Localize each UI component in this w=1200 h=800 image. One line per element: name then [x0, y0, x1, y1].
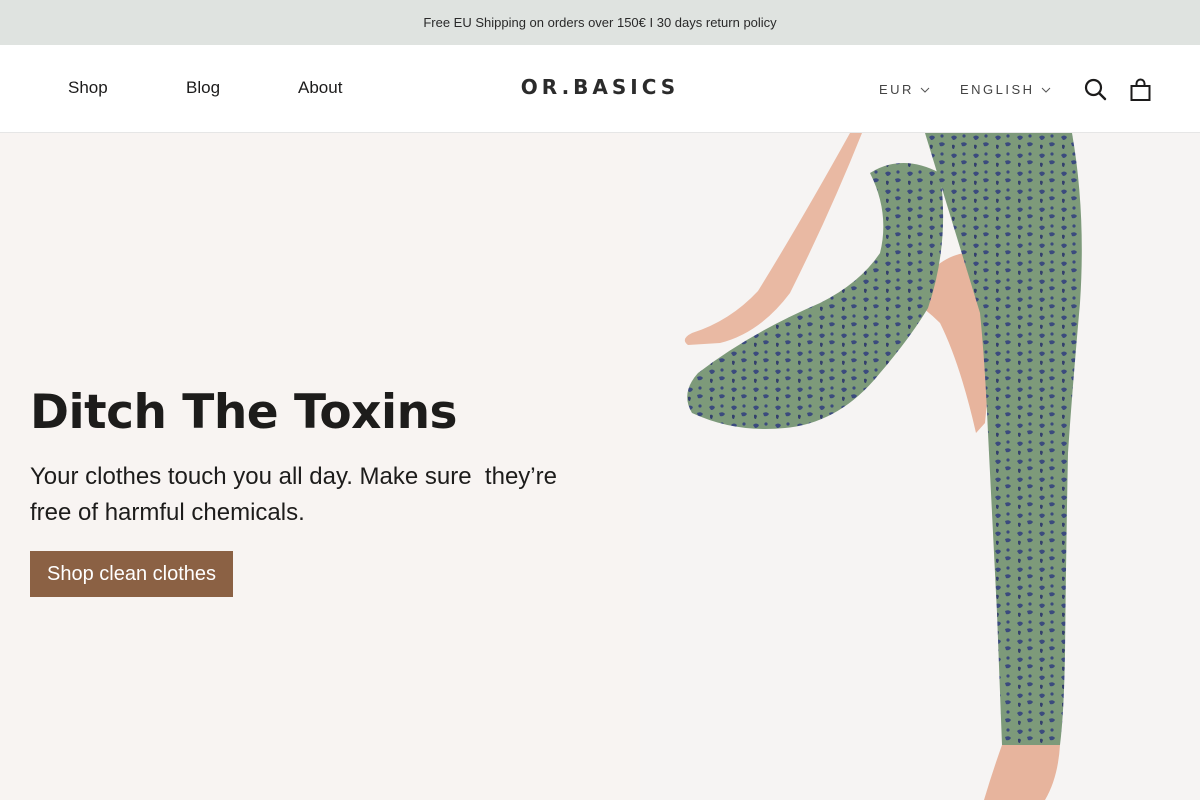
site-header: Shop Blog About OR.BASICS EUR ENGLISH [0, 45, 1200, 133]
hero-image [640, 133, 1200, 800]
language-value: ENGLISH [960, 82, 1035, 97]
nav-about-link[interactable]: About [298, 78, 342, 98]
hero-subtitle: Your clothes touch you all day. Make sur… [30, 463, 564, 526]
language-selector[interactable]: ENGLISH [960, 82, 1051, 97]
announcement-bar: Free EU Shipping on orders over 150€ I 3… [0, 0, 1200, 45]
site-logo[interactable]: OR.BASICS [521, 75, 679, 99]
shopping-bag-icon[interactable] [1128, 77, 1154, 103]
nav-blog-link[interactable]: Blog [186, 78, 220, 98]
hero-title: Ditch The Toxins [30, 385, 458, 440]
shop-clean-clothes-button[interactable]: Shop clean clothes [30, 551, 234, 597]
currency-selector[interactable]: EUR [879, 82, 930, 97]
currency-value: EUR [879, 82, 914, 97]
search-icon[interactable] [1083, 77, 1109, 103]
chevron-down-icon [920, 87, 930, 93]
announcement-text: Free EU Shipping on orders over 150€ I 3… [423, 15, 777, 30]
chevron-down-icon [1041, 87, 1050, 93]
nav-shop-link[interactable]: Shop [68, 78, 108, 98]
